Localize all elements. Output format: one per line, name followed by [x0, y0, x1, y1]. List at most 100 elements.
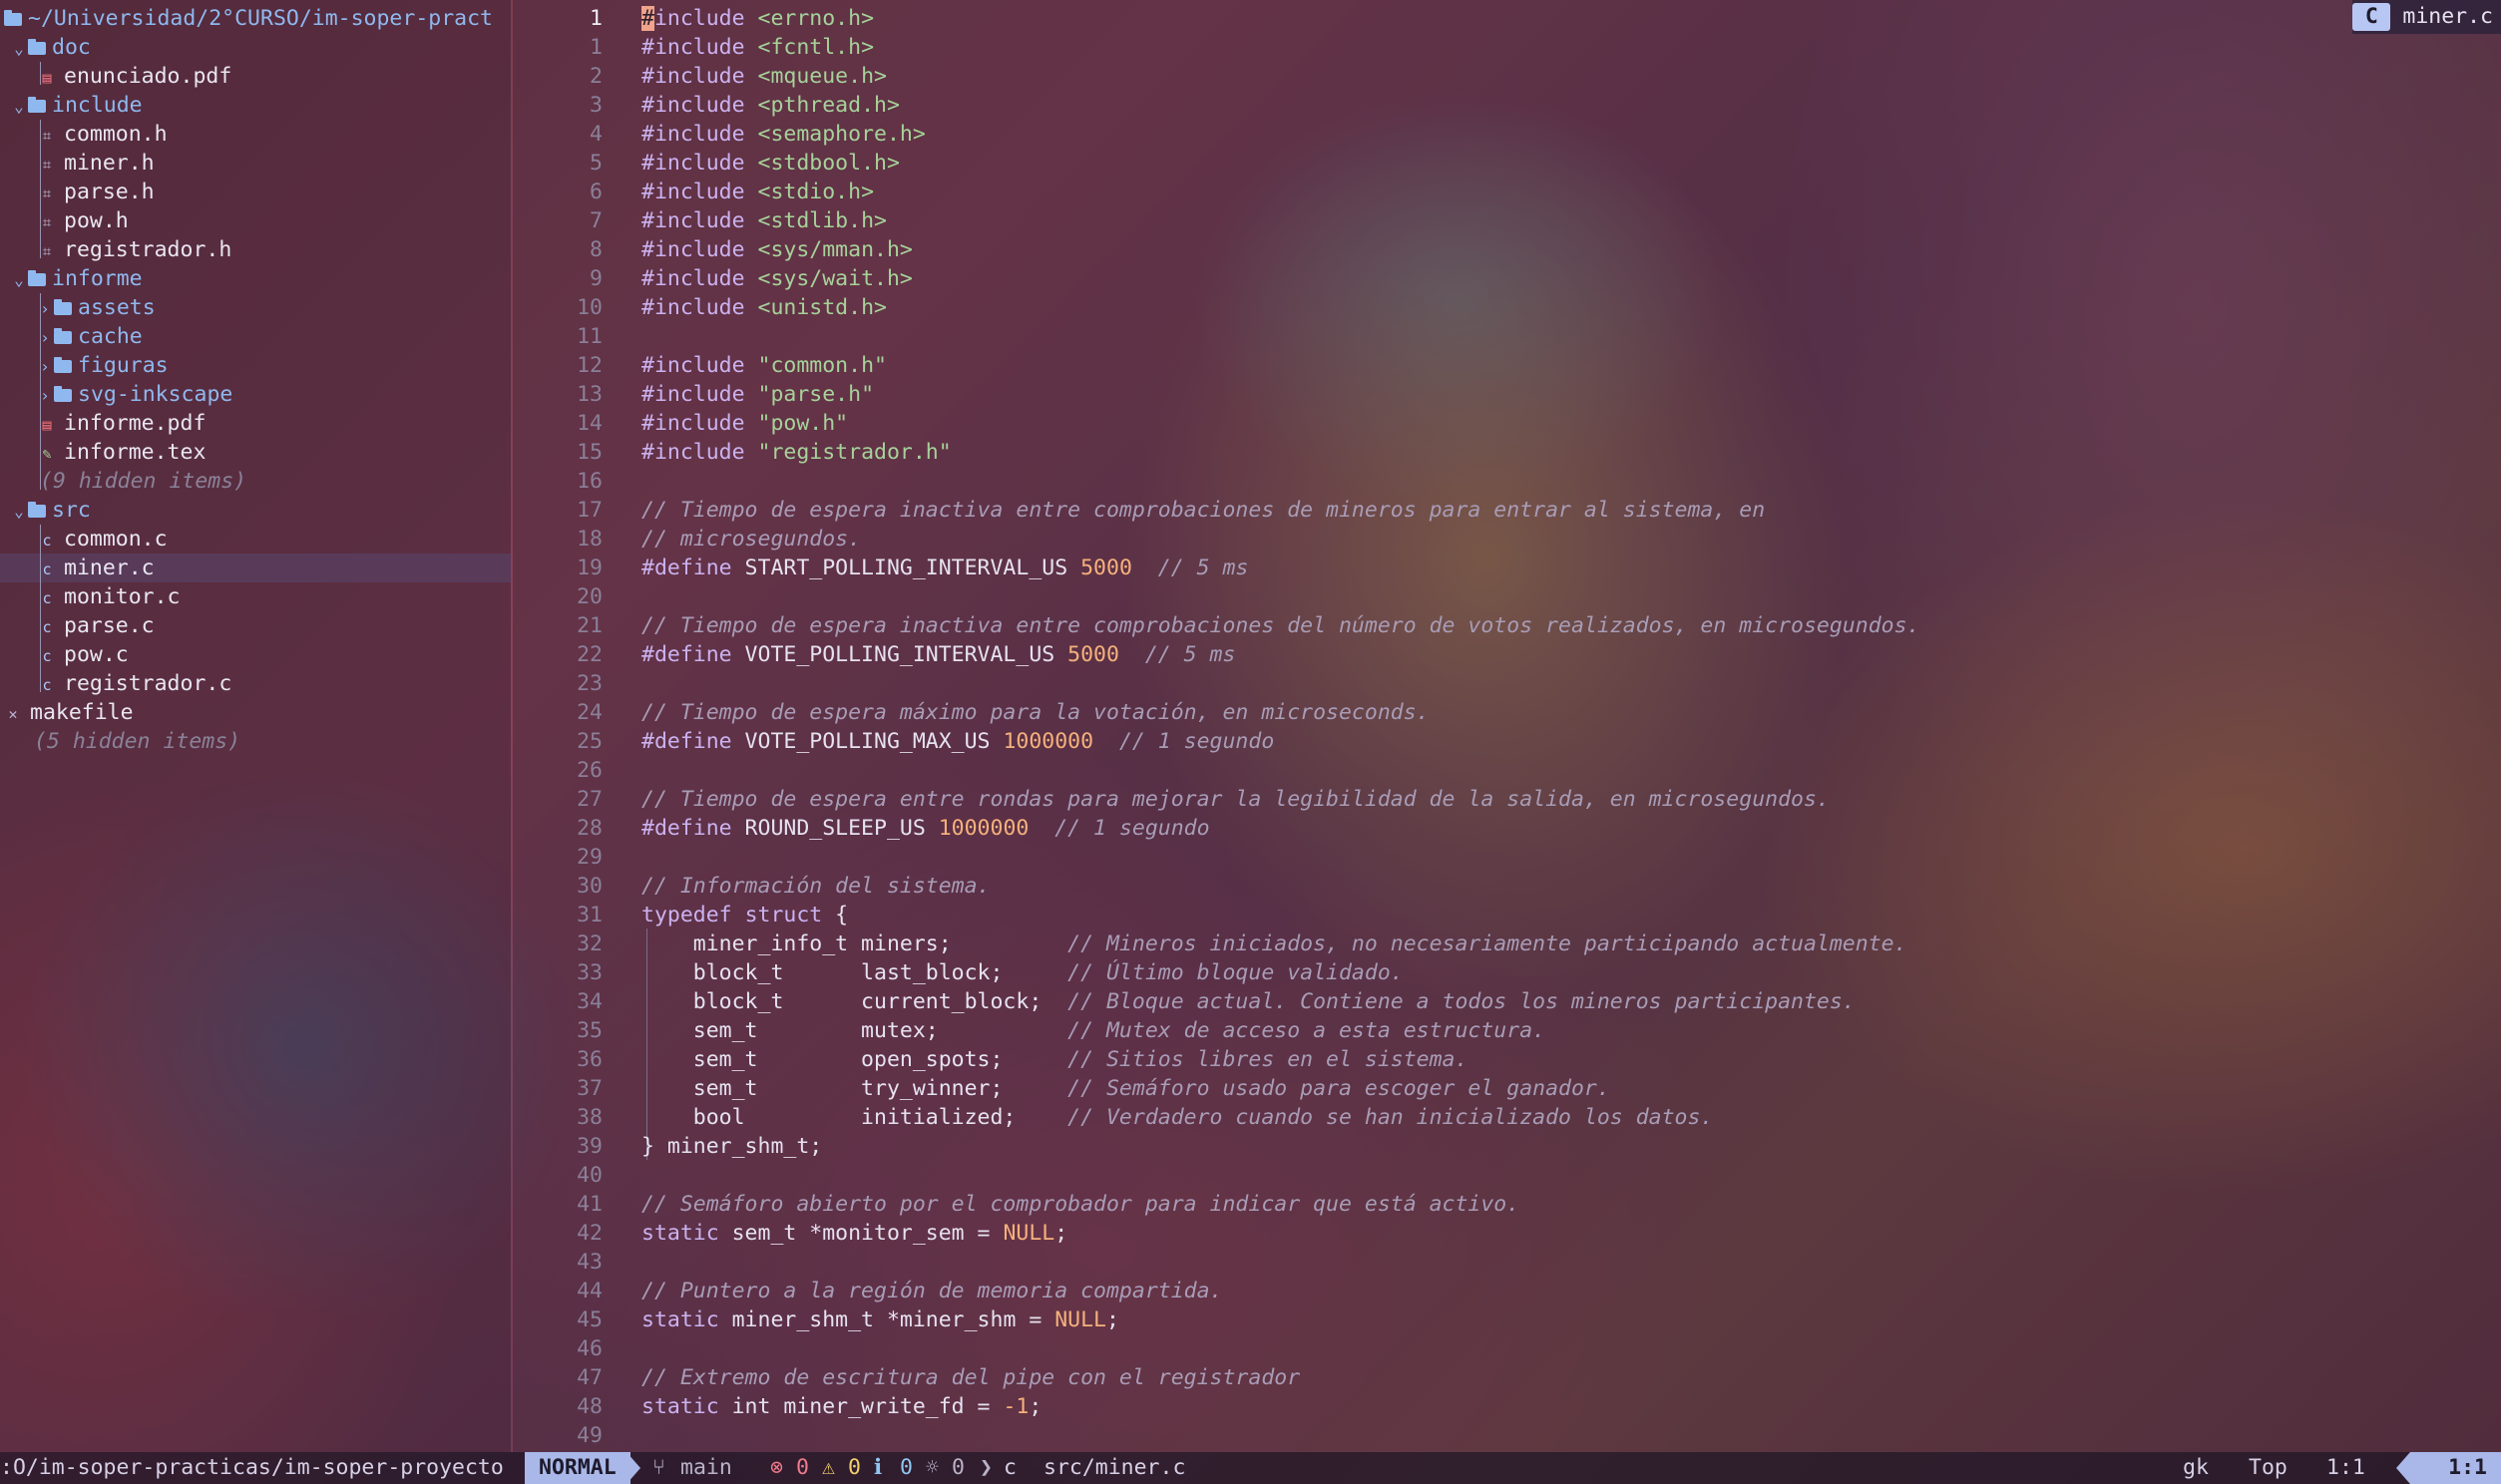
explorer-root-path: ~/Universidad/2°CURSO/im-soper-pract: [28, 6, 493, 31]
code-line[interactable]: sem_t open_spots; // Sitios libres en el…: [641, 1045, 1468, 1074]
code-line[interactable]: typedef struct {: [641, 901, 848, 929]
line-number: 12: [577, 353, 603, 378]
explorer-root[interactable]: ~/Universidad/2°CURSO/im-soper-pract: [4, 4, 493, 33]
line-number: 31: [577, 903, 603, 928]
tree-folder-svg-inkscape[interactable]: › svg-inkscape: [0, 380, 232, 409]
code-line[interactable]: // Información del sistema.: [641, 872, 991, 901]
code-line[interactable]: // Puntero a la región de memoria compar…: [641, 1277, 1222, 1305]
scroll-position: Top: [2249, 1455, 2288, 1480]
tree-file[interactable]: ⌗ parse.h: [0, 178, 155, 206]
c-file-icon: C: [2352, 3, 2391, 31]
code-line[interactable]: #include <stdlib.h>: [641, 206, 887, 235]
code-line[interactable]: #include "registrador.h": [641, 438, 952, 467]
code-line[interactable]: sem_t mutex; // Mutex de acceso a esta e…: [641, 1016, 1545, 1045]
tree-file[interactable]: ⌗ common.h: [0, 120, 168, 149]
tree-file[interactable]: c common.c: [0, 525, 167, 554]
tree-indent-guide: [40, 120, 41, 258]
tree-file[interactable]: c registrador.c: [0, 669, 231, 698]
code-line[interactable]: block_t last_block; // Último bloque val…: [641, 958, 1404, 987]
tree-item-label: common.h: [64, 122, 168, 147]
line-number: 18: [577, 527, 603, 552]
code-line[interactable]: #include "pow.h": [641, 409, 848, 438]
code-line[interactable]: block_t current_block; // Bloque actual.…: [641, 987, 1856, 1016]
code-line[interactable]: bool initialized; // Verdadero cuando se…: [641, 1103, 1714, 1132]
line-number: 47: [577, 1365, 603, 1390]
tree-file[interactable]: c monitor.c: [0, 582, 181, 611]
chevron-right-icon[interactable]: ›: [36, 323, 54, 352]
tree-item-label: (9 hidden items): [40, 469, 247, 494]
chevron-down-icon[interactable]: ⌄: [10, 497, 28, 526]
folder-icon: [54, 357, 72, 373]
code-line[interactable]: // Extremo de escritura del pipe con el …: [641, 1363, 1300, 1392]
tree-folder-figuras[interactable]: › figuras: [0, 351, 168, 381]
tree-hidden-items[interactable]: (9 hidden items): [0, 467, 246, 496]
line-number: 13: [577, 382, 603, 407]
chevron-right-icon[interactable]: ›: [36, 294, 54, 323]
line-number: 22: [577, 642, 603, 667]
code-line[interactable]: #include <semaphore.h>: [641, 120, 926, 149]
code-line[interactable]: #include <mqueue.h>: [641, 62, 887, 91]
tree-folder-include[interactable]: ⌄ include: [0, 91, 142, 121]
line-number: 29: [577, 845, 603, 870]
chevron-down-icon[interactable]: ⌄: [10, 265, 28, 294]
tree-folder-src[interactable]: ⌄ src: [0, 496, 91, 525]
code-line[interactable]: #include <stdio.h>: [641, 178, 874, 206]
code-line[interactable]: // microsegundos.: [641, 525, 861, 554]
code-line[interactable]: // Semáforo abierto por el comprobador p…: [641, 1190, 1519, 1219]
chevron-right-icon[interactable]: ›: [36, 381, 54, 410]
tree-item-label: assets: [78, 295, 156, 320]
code-line[interactable]: miner_info_t miners; // Mineros iniciado…: [641, 929, 1907, 958]
code-line[interactable]: #include <stdbool.h>: [641, 149, 900, 178]
code-line[interactable]: #define VOTE_POLLING_INTERVAL_US 5000 //…: [641, 640, 1235, 669]
tree-file[interactable]: ▤ enunciado.pdf: [0, 62, 231, 91]
code-line[interactable]: static int miner_write_fd = -1;: [641, 1392, 1042, 1421]
line-number: 11: [577, 324, 603, 349]
chevron-right-icon[interactable]: ›: [36, 352, 54, 381]
tree-folder-doc[interactable]: ⌄ doc: [0, 33, 91, 62]
cursor-position: 1:1: [2326, 1455, 2365, 1480]
tree-file[interactable]: c parse.c: [0, 611, 154, 640]
git-branch: main: [680, 1455, 732, 1480]
tree-file[interactable]: ⌗ pow.h: [0, 206, 129, 235]
code-line[interactable]: // Tiempo de espera inactiva entre compr…: [641, 496, 1765, 525]
line-number: 1: [590, 6, 603, 31]
code-line[interactable]: // Tiempo de espera inactiva entre compr…: [641, 611, 1919, 640]
hint-count: 0: [952, 1455, 965, 1480]
tree-folder-informe[interactable]: ⌄ informe: [0, 264, 142, 294]
tree-file[interactable]: ⌗ miner.h: [0, 149, 155, 178]
tree-file[interactable]: ⌗ registrador.h: [0, 235, 232, 264]
tree-folder-assets[interactable]: › assets: [0, 293, 156, 322]
code-line[interactable]: #define START_POLLING_INTERVAL_US 5000 /…: [641, 554, 1248, 582]
makefile-icon: ✕: [8, 705, 18, 723]
tree-file[interactable]: ✕ makefile: [0, 698, 133, 727]
code-line[interactable]: #define ROUND_SLEEP_US 1000000 // 1 segu…: [641, 814, 1210, 843]
tree-file[interactable]: c miner.c: [0, 554, 511, 582]
code-line[interactable]: #include <errno.h>: [641, 4, 874, 33]
code-line[interactable]: // Tiempo de espera entre rondas para me…: [641, 785, 1830, 814]
code-line[interactable]: #include "parse.h": [641, 380, 874, 409]
code-line[interactable]: static miner_shm_t *miner_shm = NULL;: [641, 1305, 1119, 1334]
code-line[interactable]: } miner_shm_t;: [641, 1132, 822, 1161]
error-icon: ⊗: [770, 1455, 783, 1480]
code-line[interactable]: #define VOTE_POLLING_MAX_US 1000000 // 1…: [641, 727, 1274, 756]
code-line[interactable]: static sem_t *monitor_sem = NULL;: [641, 1219, 1067, 1248]
error-count: 0: [796, 1455, 809, 1480]
code-line[interactable]: #include <fcntl.h>: [641, 33, 874, 62]
tree-item-label: monitor.c: [64, 584, 181, 609]
code-line[interactable]: #include "common.h": [641, 351, 887, 380]
code-line[interactable]: #include <sys/wait.h>: [641, 264, 913, 293]
tree-folder-cache[interactable]: › cache: [0, 322, 143, 351]
chevron-down-icon[interactable]: ⌄: [10, 92, 28, 121]
tree-file[interactable]: ✎ informe.tex: [0, 438, 206, 467]
tab-miner-c[interactable]: C miner.c: [2352, 0, 2501, 34]
tree-file[interactable]: ▤ informe.pdf: [0, 409, 206, 438]
code-line[interactable]: #include <sys/mman.h>: [641, 235, 913, 264]
code-line[interactable]: #include <pthread.h>: [641, 91, 900, 120]
tree-file[interactable]: c pow.c: [0, 640, 128, 669]
code-line[interactable]: #include <unistd.h>: [641, 293, 887, 322]
code-line[interactable]: sem_t try_winner; // Semáforo usado para…: [641, 1074, 1610, 1103]
code-line[interactable]: // Tiempo de espera máximo para la votac…: [641, 698, 1430, 727]
tree-hidden-items[interactable]: (5 hidden items): [0, 727, 240, 756]
chevron-down-icon[interactable]: ⌄: [10, 34, 28, 63]
tree-item-label: informe.pdf: [64, 411, 207, 436]
